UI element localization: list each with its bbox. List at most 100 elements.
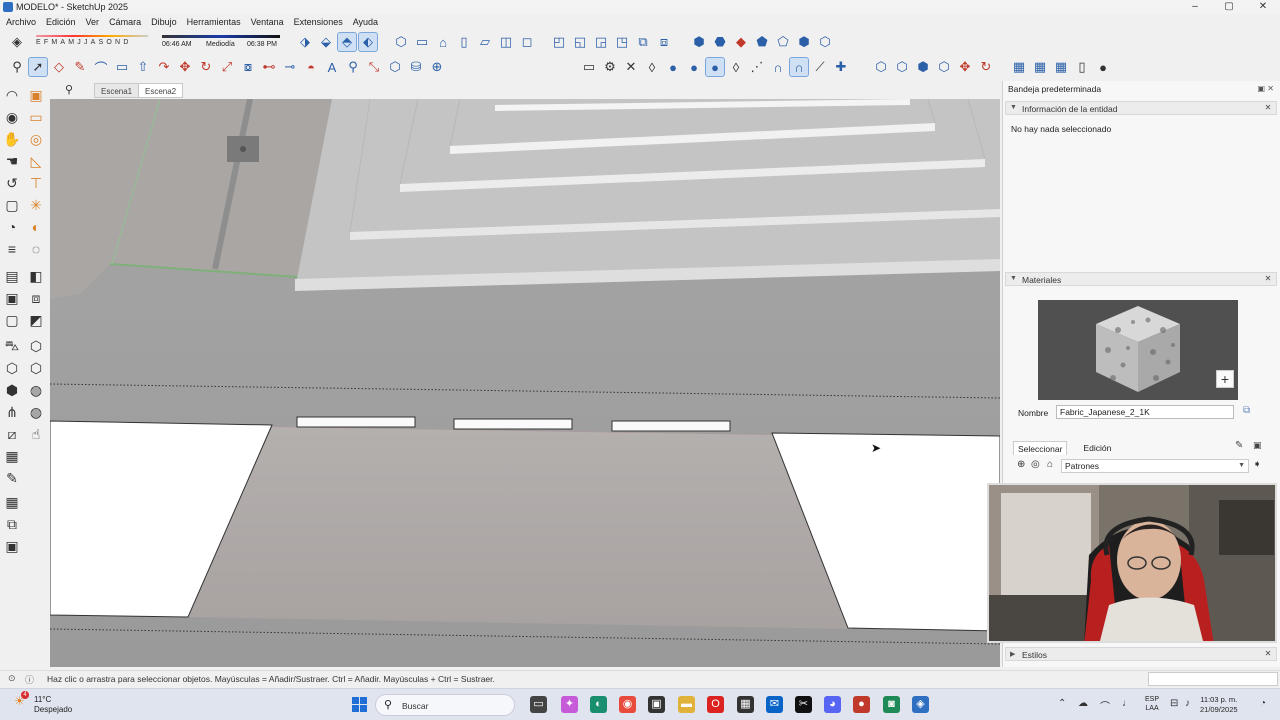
panel-2-icon[interactable]: ▣ <box>2 288 22 308</box>
discord-icon[interactable]: ◕ <box>824 696 841 713</box>
menu-edicion[interactable]: Edición <box>46 17 76 27</box>
magnet-active-icon[interactable]: ∩ <box>789 57 809 77</box>
iso-view-icon[interactable]: ⬡ <box>392 33 410 51</box>
scene-search-icon[interactable]: ⚲ <box>65 83 73 96</box>
opera-icon[interactable]: O <box>707 696 724 713</box>
user-icon[interactable]: ● <box>1094 58 1112 76</box>
mic-icon[interactable]: ♩ <box>1122 698 1132 709</box>
solid-union-icon[interactable]: ⬢ <box>914 58 932 76</box>
paint-bucket-icon[interactable]: ⛁ <box>407 58 425 76</box>
duplicate-material-icon[interactable]: ⧉ <box>1243 405 1250 416</box>
extension-icon[interactable]: ⬣ <box>711 33 729 51</box>
scale-icon[interactable]: ⤢ <box>218 58 236 76</box>
sphere-icon[interactable]: ◍ <box>26 380 46 400</box>
info-icon[interactable]: ⓘ <box>25 673 34 686</box>
gear-icon[interactable]: ⚙ <box>601 58 619 76</box>
section-display-icon[interactable]: ◳ <box>613 33 631 51</box>
magic-icon[interactable]: ⋰ <box>748 58 766 76</box>
bottom-view-icon[interactable]: ◻ <box>518 33 536 51</box>
folder-icon[interactable]: ▭ <box>580 58 598 76</box>
lock-icon[interactable]: ▣ <box>1253 440 1262 451</box>
cloud-icon[interactable]: ☁ <box>1078 698 1088 709</box>
wifi-icon[interactable]: ⌒ <box>1100 698 1110 713</box>
menu-herramientas[interactable]: Herramientas <box>187 17 241 27</box>
select-tool-icon[interactable]: ➚ <box>28 57 48 77</box>
tab-escena2[interactable]: Escena2 <box>138 83 184 98</box>
right-view-icon[interactable]: ▯ <box>455 33 473 51</box>
entity-info-header[interactable]: ▼ Información de la entidad ✕ <box>1005 101 1277 115</box>
sandbox-scratch-icon[interactable]: ▦ <box>1031 58 1049 76</box>
home-icon[interactable]: ⌂ <box>1047 459 1053 470</box>
grid-icon[interactable]: ▦ <box>2 492 22 512</box>
component-icon[interactable]: ⬡ <box>386 58 404 76</box>
windows-start-icon[interactable] <box>352 697 367 712</box>
edit-box-icon[interactable]: ✎ <box>2 468 22 488</box>
taskbar-search[interactable]: ⚲ Buscar <box>375 694 515 716</box>
box-icon[interactable]: ⬡ <box>2 358 22 378</box>
close-icon[interactable]: ✕ <box>1263 103 1273 113</box>
maximize-button[interactable]: ▢ <box>1212 0 1246 14</box>
measurements-box[interactable] <box>1148 672 1278 686</box>
panel-icon[interactable]: ▤ <box>2 266 22 286</box>
burst-icon[interactable]: ✳ <box>26 195 46 215</box>
copy-box-icon[interactable]: ⧉ <box>2 514 22 534</box>
magnet-icon[interactable]: ∩ <box>769 58 787 76</box>
copilot-icon[interactable]: ✦ <box>561 696 578 713</box>
solid-outer-shell-icon[interactable]: ⬡ <box>872 58 890 76</box>
terminal-app-icon[interactable]: ▣ <box>648 696 665 713</box>
back-view-icon[interactable]: ▱ <box>476 33 494 51</box>
line-tool-icon[interactable]: ⟋ <box>811 58 829 76</box>
orbit-left-icon[interactable]: ↺ <box>2 173 22 193</box>
text-icon[interactable]: A <box>323 58 341 76</box>
drop-solid-icon[interactable]: ● <box>685 58 703 76</box>
circle-orange-icon[interactable]: ◎ <box>26 129 46 149</box>
solid-intersect-icon[interactable]: ⬡ <box>893 58 911 76</box>
menu-ayuda[interactable]: Ayuda <box>353 17 378 27</box>
building-icon[interactable]: ▦ <box>2 446 22 466</box>
tray-pin-icon[interactable]: ▣ ✕ <box>1258 84 1274 93</box>
styles-header[interactable]: ▶ Estilos ✕ <box>1005 647 1277 661</box>
wireframe-icon[interactable]: ⬖ <box>358 32 378 52</box>
ruby-icon[interactable]: ◆ <box>732 33 750 51</box>
move-icon[interactable]: ✥ <box>176 58 194 76</box>
dot-tool-icon[interactable]: ◉ <box>2 107 22 127</box>
edge-icon[interactable]: ◐ <box>590 696 607 713</box>
layers-icon[interactable]: ≡ <box>2 239 22 259</box>
sample-paint-icon[interactable]: ✎ <box>1235 440 1243 451</box>
rectangle-icon[interactable]: ▭ <box>113 58 131 76</box>
document-icon[interactable]: ▯ <box>1073 58 1091 76</box>
arc-icon[interactable]: ⌒ <box>92 58 110 76</box>
back-edges-icon[interactable]: ⬘ <box>337 32 357 52</box>
lock-tool-icon[interactable]: ▢ <box>2 310 22 330</box>
eye-icon[interactable]: ◔ <box>2 217 22 237</box>
drop-active-icon[interactable]: ● <box>705 57 725 77</box>
network-icon[interactable]: ⊟ <box>1170 698 1178 709</box>
android-studio-icon[interactable]: ◙ <box>883 696 900 713</box>
hand-point-icon[interactable]: ☚ <box>2 151 22 171</box>
sketchup-taskbar-icon[interactable]: ◈ <box>912 696 929 713</box>
store-icon[interactable]: ▦ <box>737 696 754 713</box>
show-hidden-icons[interactable]: ⌃ <box>1058 698 1066 709</box>
time-slider[interactable] <box>162 35 280 38</box>
left-view-icon[interactable]: ◫ <box>497 33 515 51</box>
solid-trim-icon[interactable]: ✥ <box>956 58 974 76</box>
extension-manager-icon[interactable]: ⬡ <box>816 33 834 51</box>
section-cuts-icon[interactable]: ⧈ <box>655 33 673 51</box>
menu-ver[interactable]: Ver <box>86 17 100 27</box>
protractor-icon[interactable]: ◓ <box>302 58 320 76</box>
ruler-icon[interactable]: ⧄ <box>2 424 22 444</box>
section-fill-icon[interactable]: ◲ <box>592 33 610 51</box>
cube-solid-icon[interactable]: ⬢ <box>2 380 22 400</box>
close-icon[interactable]: ✕ <box>1263 649 1273 659</box>
outlook-icon[interactable]: ✉ <box>766 696 783 713</box>
disabled-icon[interactable]: ◌ <box>26 239 46 259</box>
shadows-toggle-icon[interactable]: ◈ <box>8 33 26 51</box>
t-shape-icon[interactable]: ⊤ <box>26 173 46 193</box>
tab-escena1[interactable]: Escena1 <box>94 83 140 98</box>
sandbox-contours-icon[interactable]: ▦ <box>1010 58 1028 76</box>
frame-icon[interactable]: ▢ <box>2 195 22 215</box>
model-viewport[interactable]: ➤ <box>50 99 1000 667</box>
close-icon[interactable]: ✕ <box>622 58 640 76</box>
drop-fill-icon[interactable]: ● <box>664 58 682 76</box>
solid-subtract-icon[interactable]: ⬡ <box>935 58 953 76</box>
